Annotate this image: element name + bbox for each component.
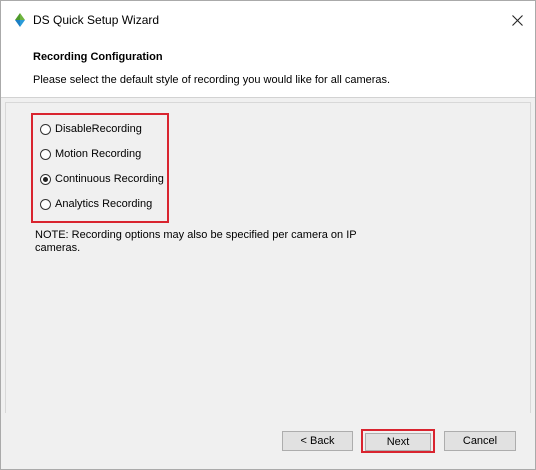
app-logo-icon: [15, 13, 25, 27]
option-disable-recording[interactable]: DisableRecording: [40, 121, 142, 137]
next-button[interactable]: Next: [365, 433, 431, 451]
option-label: Motion Recording: [55, 148, 142, 160]
option-continuous-recording[interactable]: Continuous Recording: [40, 171, 164, 187]
radio-button-selected[interactable]: [40, 173, 51, 185]
close-icon: [511, 14, 523, 26]
radio-selected-dot: [43, 176, 48, 182]
setup-wizard-window: DS Quick Setup Wizard Recording Configur…: [0, 0, 536, 470]
recording-options-group: DisableRecording Motion Recording Contin…: [31, 113, 169, 223]
wizard-header: Recording Configuration Please select th…: [1, 39, 535, 98]
title-bar: DS Quick Setup Wizard: [1, 1, 535, 39]
recording-note: NOTE: Recording options may also be spec…: [35, 229, 357, 254]
wizard-content: DisableRecording Motion Recording Contin…: [1, 98, 535, 416]
option-analytics-recording[interactable]: Analytics Recording: [40, 196, 152, 212]
close-button[interactable]: [499, 1, 535, 39]
option-label: DisableRecording: [55, 123, 142, 135]
page-subtitle: Please select the default style of recor…: [33, 74, 391, 86]
window-title: DS Quick Setup Wizard: [33, 13, 160, 27]
options-panel: DisableRecording Motion Recording Contin…: [5, 102, 531, 416]
radio-button[interactable]: [40, 198, 51, 210]
option-label: Continuous Recording: [55, 173, 164, 185]
page-title: Recording Configuration: [33, 51, 163, 63]
radio-button[interactable]: [40, 123, 51, 135]
option-label: Analytics Recording: [55, 198, 153, 210]
cancel-button[interactable]: Cancel: [444, 431, 516, 451]
option-motion-recording[interactable]: Motion Recording: [40, 146, 141, 162]
back-button[interactable]: < Back: [282, 431, 353, 451]
radio-button[interactable]: [40, 148, 51, 160]
